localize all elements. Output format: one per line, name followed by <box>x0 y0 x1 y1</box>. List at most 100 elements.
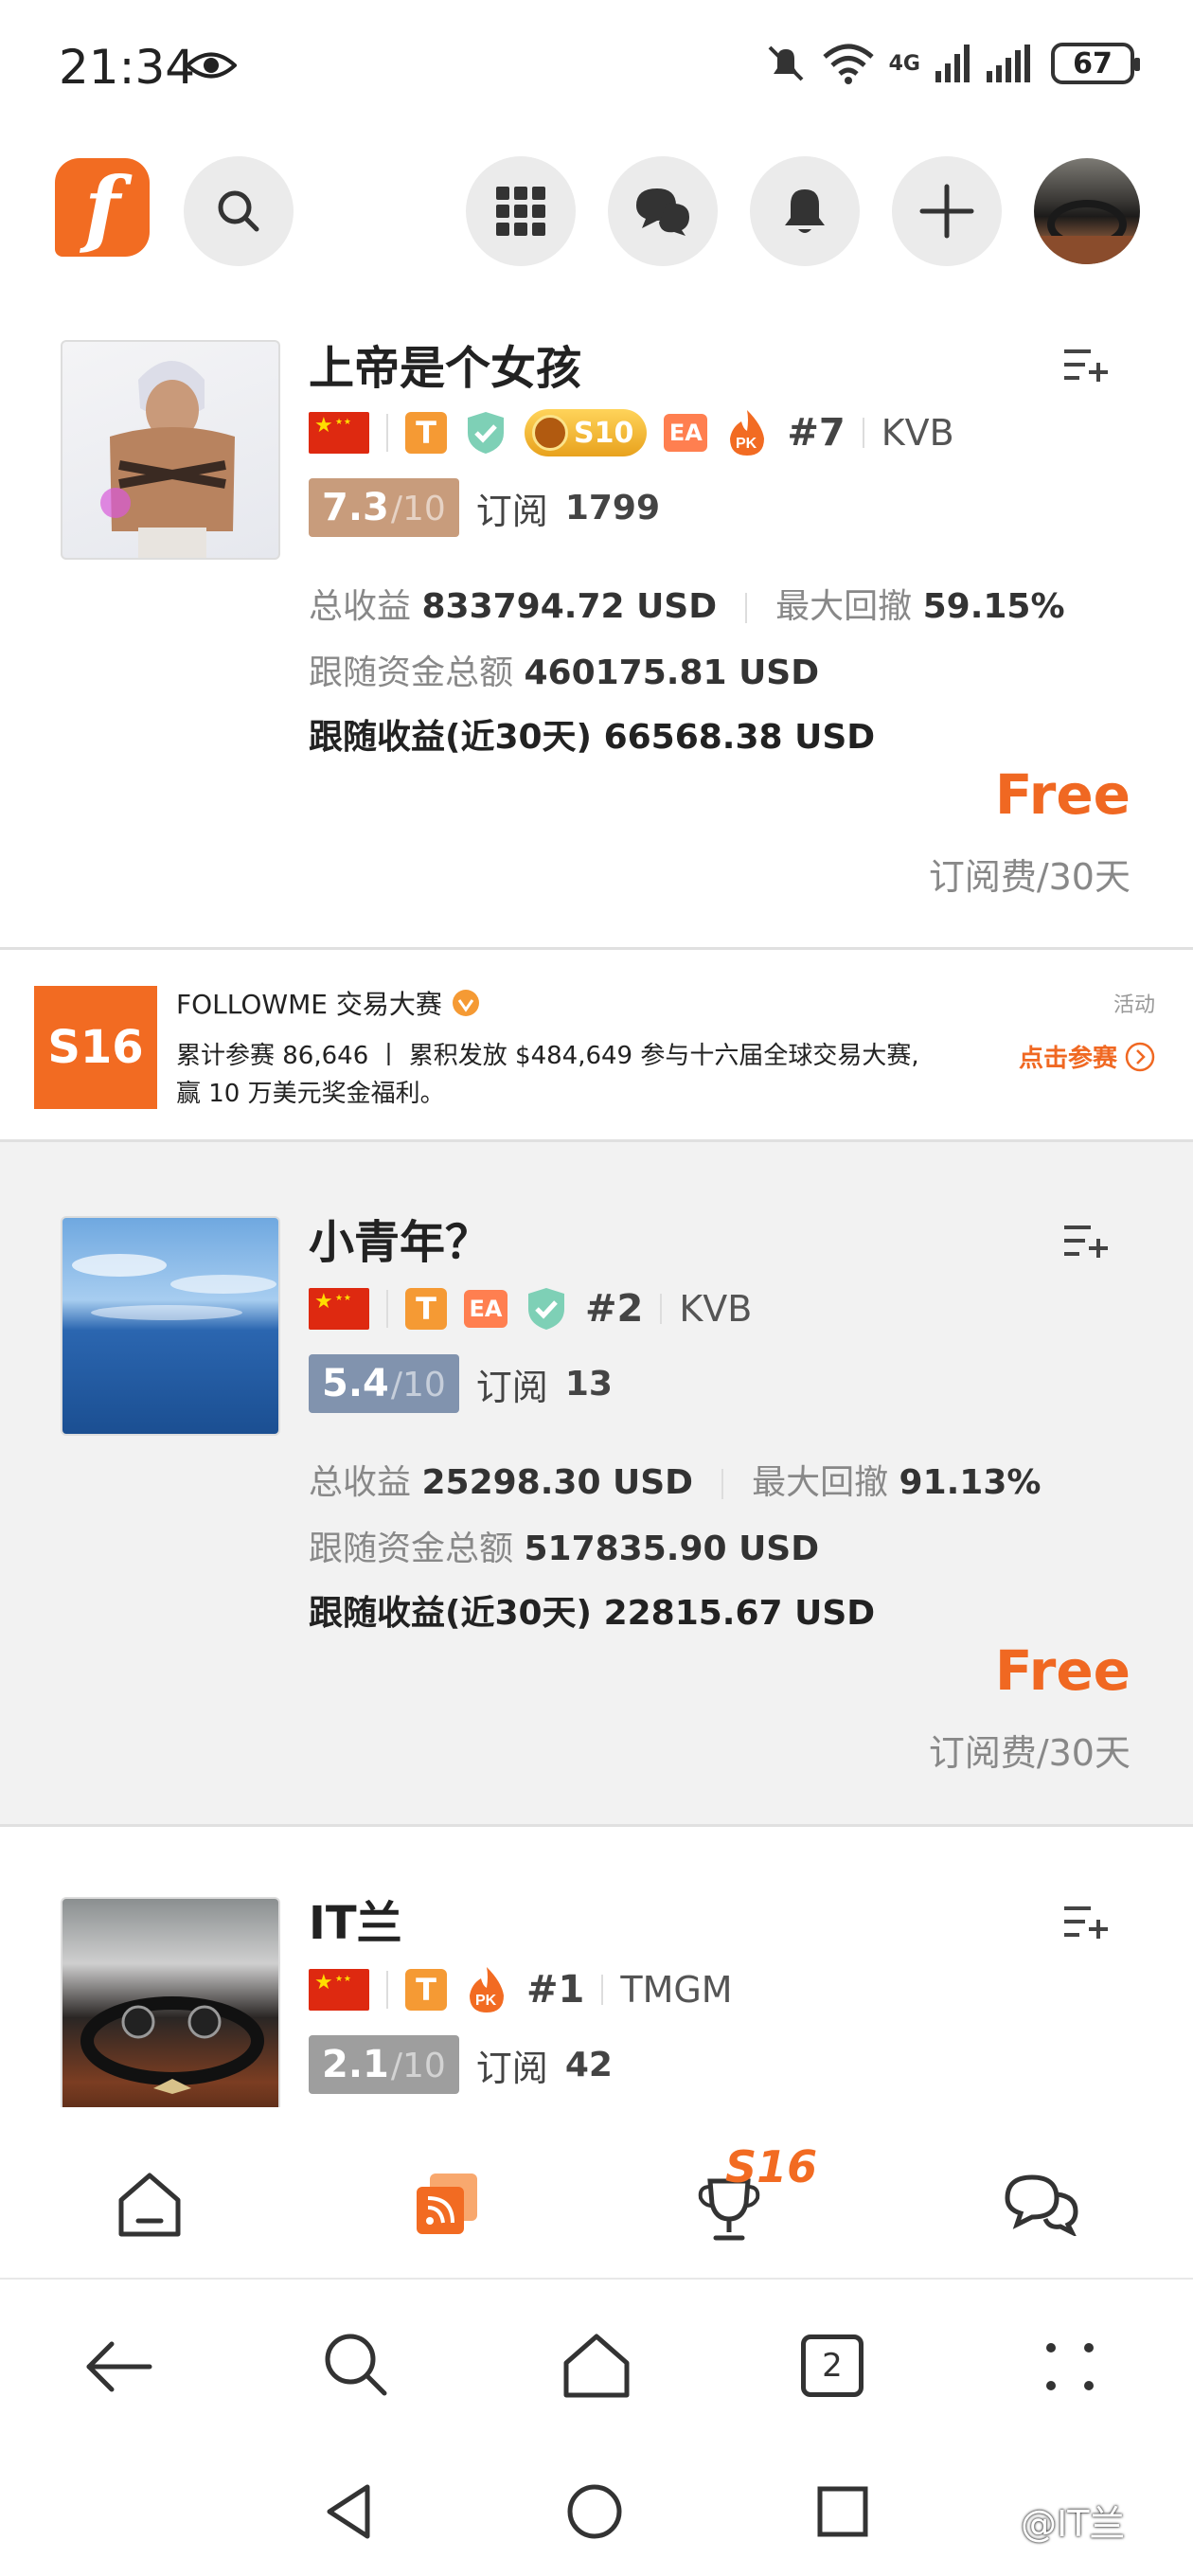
china-flag-icon <box>309 412 369 454</box>
tabs-count-button[interactable]: 2 <box>801 2334 864 2397</box>
join-contest-link[interactable]: 点击参赛 <box>1019 1039 1155 1074</box>
search-icon[interactable] <box>322 2331 390 2399</box>
trader-tags: T S10 EA PK #7 KVB <box>309 404 954 461</box>
more-menu-icon[interactable] <box>1042 2338 1098 2395</box>
pk-flame-icon: PK <box>730 410 765 456</box>
subscription-price[interactable]: Free <box>995 1638 1131 1703</box>
trader-card[interactable]: 上帝是个女孩 T S10 EA PK #7 KVB 7.3/10 订阅 1799 <box>0 298 1193 947</box>
contest-banner[interactable]: S16 FOLLOWME 交易大赛 活动 累计参赛 86,646 丨 累积发放 … <box>0 950 1193 1139</box>
tag-separator <box>386 414 388 452</box>
ea-badge-icon: EA <box>464 1290 507 1328</box>
ocean-sky-image <box>72 1254 276 1320</box>
score-denominator: /10 <box>390 1366 446 1404</box>
user-avatar[interactable] <box>1034 158 1140 264</box>
browser-toolbar: 2 <box>0 2278 1193 2453</box>
trader-score: 7.3/10 <box>309 478 459 537</box>
search-button[interactable] <box>184 156 294 266</box>
add-to-list-icon[interactable] <box>1062 1903 1108 1941</box>
notifications-button[interactable] <box>750 156 860 266</box>
season-badge: S10 <box>525 409 648 456</box>
subscribe-label: 订阅 <box>475 1366 548 1408</box>
banner-text: 累计参赛 86,646 丨 累积发放 $484,649 参与十六届全球交易大赛,… <box>176 1037 919 1113</box>
metric-separator <box>721 1469 724 1499</box>
subscriber-count: 13 <box>564 1364 613 1404</box>
subscription-fee-label: 订阅费/30天 <box>928 856 1131 898</box>
tag-separator <box>386 1971 388 2009</box>
system-navigation: @IT兰 <box>0 2453 1193 2576</box>
create-button[interactable] <box>892 156 1002 266</box>
svg-text:PK: PK <box>475 1993 497 2009</box>
svg-text:PK: PK <box>736 436 757 452</box>
banner-text-line-2: 赢 10 万美元奖金福利。 <box>176 1080 445 1108</box>
steering-wheel-image <box>1034 200 1140 264</box>
banner-text-line-1: 累计参赛 86,646 丨 累积发放 $484,649 参与十六届全球交易大赛, <box>176 1042 919 1070</box>
gem-icon <box>532 415 568 451</box>
home-icon[interactable] <box>116 2172 184 2238</box>
subscriber-count: 1799 <box>564 488 661 528</box>
trader-name[interactable]: 小青年？ <box>309 1205 490 1271</box>
message-icon[interactable] <box>1004 2174 1079 2236</box>
follow-funds-value: 460175.81 USD <box>524 653 820 692</box>
wifi-icon <box>822 44 874 84</box>
tag-separator <box>862 418 864 448</box>
follow-funds-label: 跟随资金总额 <box>309 653 514 692</box>
pk-flame-icon: PK <box>470 1967 504 2012</box>
score-value: 2.1 <box>322 2043 389 2086</box>
feed-icon[interactable] <box>413 2170 481 2238</box>
trader-broker: TMGM <box>620 1969 733 2011</box>
banner-title: FOLLOWME 交易大赛 <box>176 989 442 1020</box>
add-to-list-icon[interactable] <box>1062 1222 1108 1260</box>
apps-grid-button[interactable] <box>466 156 576 266</box>
trader-broker: KVB <box>881 412 954 454</box>
network-type: 4G <box>888 51 920 76</box>
status-icons: 4G 67 <box>764 42 1140 85</box>
search-icon <box>218 190 259 232</box>
trader-avatar[interactable] <box>61 1897 280 2107</box>
score-row: 5.4/10 订阅 13 <box>309 1354 613 1413</box>
chat-button[interactable] <box>608 156 718 266</box>
back-arrow-icon[interactable] <box>83 2338 153 2395</box>
battery-indicator: 67 <box>1051 43 1140 84</box>
tag-separator <box>660 1294 663 1324</box>
app-tab-bar: S16 <box>0 2107 1193 2278</box>
banner-title-row: FOLLOWME 交易大赛 <box>176 984 480 1022</box>
join-contest-label: 点击参赛 <box>1018 1045 1117 1073</box>
system-back-icon[interactable] <box>322 2481 375 2542</box>
score-value: 5.4 <box>322 1362 389 1405</box>
verified-shield-icon <box>528 1288 564 1330</box>
china-flag-icon <box>309 1288 369 1330</box>
bell-icon <box>785 189 825 233</box>
trader-avatar[interactable] <box>61 340 280 560</box>
trader-name[interactable]: IT兰 <box>309 1886 402 1952</box>
trader-avatar[interactable] <box>61 1216 280 1436</box>
signal-icon <box>935 45 970 82</box>
trader-score: 2.1/10 <box>309 2035 459 2094</box>
followme-logo[interactable]: f <box>55 158 150 257</box>
trader-tags: T EA #2 KVB <box>309 1280 752 1337</box>
system-home-icon[interactable] <box>564 2481 625 2542</box>
total-profit-label: 总收益 <box>309 587 412 626</box>
follow-funds-row: 跟随资金总额 517835.90 USD <box>309 1521 819 1570</box>
season-label: S10 <box>574 416 634 450</box>
subscribe-label: 订阅 <box>475 2047 548 2089</box>
trader-tags: T PK #1 TMGM <box>309 1961 733 2018</box>
subscription-price[interactable]: Free <box>995 762 1131 827</box>
trader-card[interactable]: 小青年？ T EA #2 KVB 5.4/10 订阅 13 总收益 25298.… <box>0 1142 1193 1824</box>
s16-logo: S16 <box>34 986 157 1109</box>
home-icon[interactable] <box>561 2331 632 2399</box>
grid-icon <box>496 187 545 236</box>
max-drawdown-value: 59.15% <box>922 587 1065 626</box>
follow-funds-row: 跟随资金总额 460175.81 USD <box>309 645 819 694</box>
add-to-list-icon[interactable] <box>1062 346 1108 384</box>
ea-badge-icon: EA <box>664 414 708 452</box>
follow-profit-row: 跟随收益(近30天) 22815.67 USD <box>309 1585 875 1635</box>
max-drawdown-label: 最大回撤 <box>752 1463 889 1502</box>
follow-funds-value: 517835.90 USD <box>524 1530 820 1568</box>
system-recents-icon[interactable] <box>816 2485 869 2538</box>
trader-card[interactable]: IT兰 T PK #1 TMGM 2.1/10 订阅 42 <box>0 1827 1193 2107</box>
tag-separator <box>386 1290 388 1328</box>
metric-separator <box>745 593 748 623</box>
fighter-avatar-image <box>100 361 235 558</box>
status-bar: 21:34 4G 67 <box>0 0 1193 137</box>
trader-name[interactable]: 上帝是个女孩 <box>309 331 581 397</box>
